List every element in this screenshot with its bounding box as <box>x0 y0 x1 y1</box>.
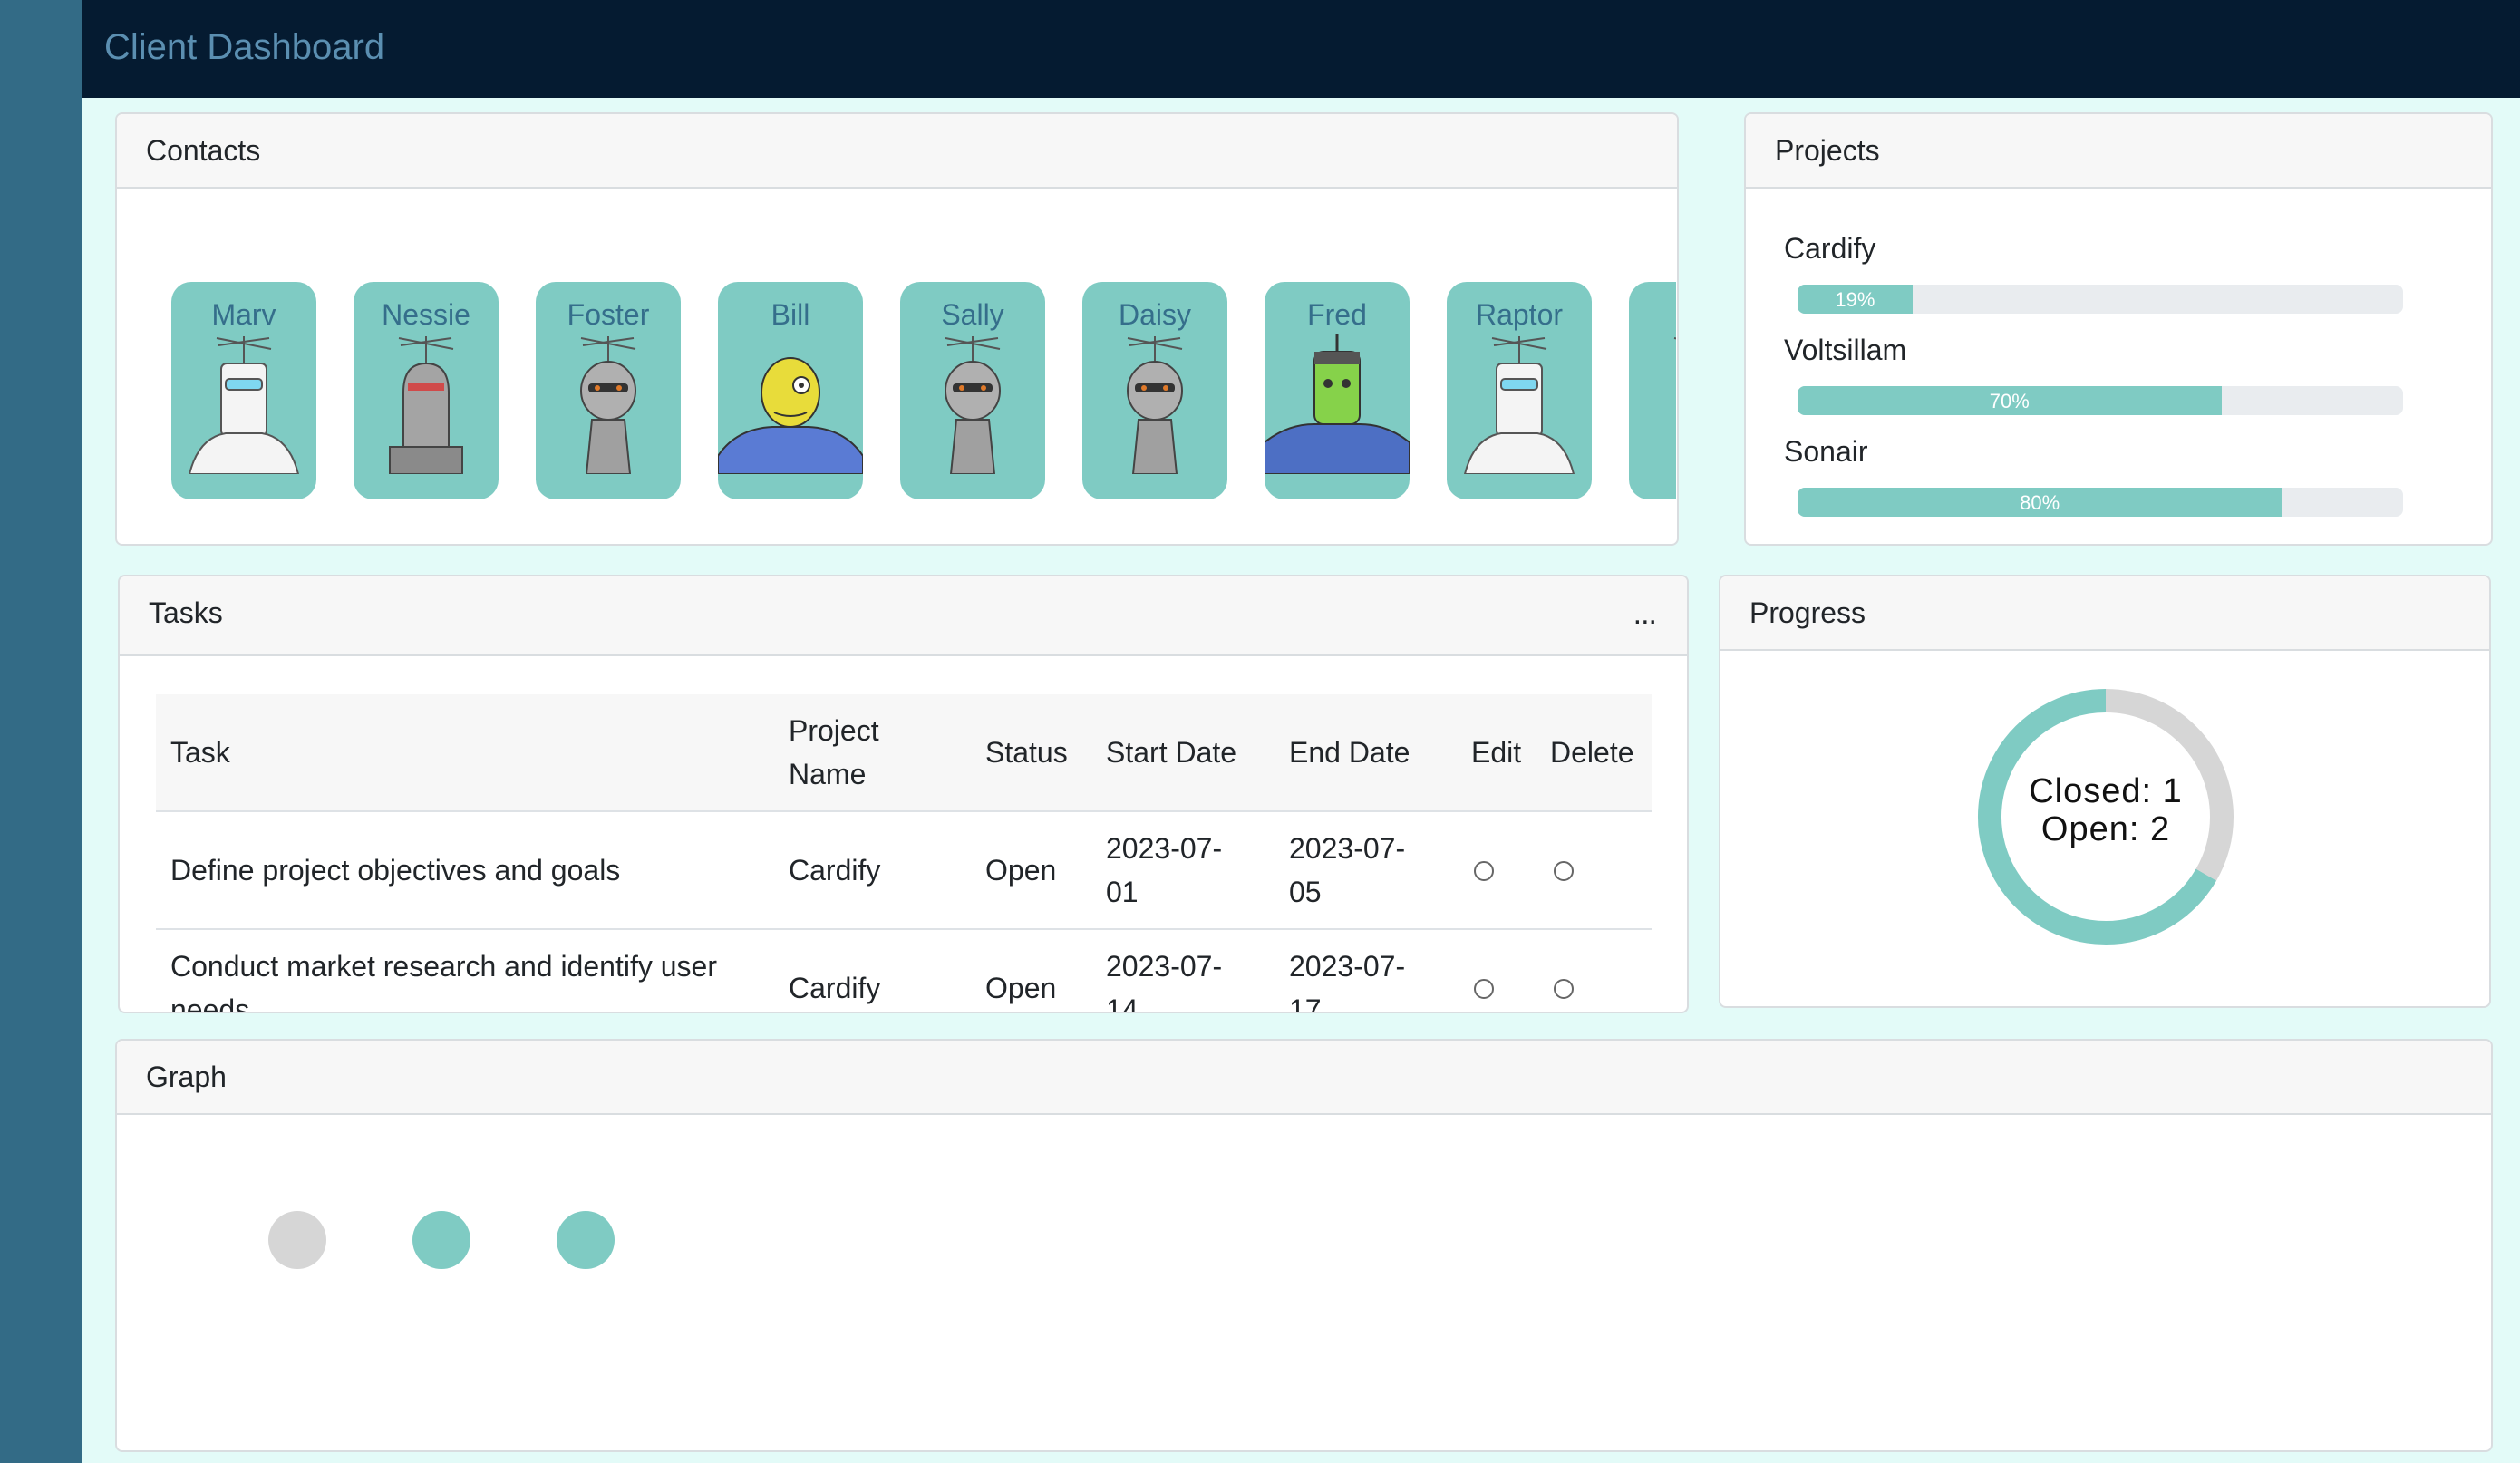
contact-name: Marv <box>211 298 276 331</box>
task-start-date-line1: 2023-07- <box>1106 832 1223 865</box>
white-robot-icon <box>188 336 300 474</box>
task-start-date-line2: 14 <box>1106 993 1139 1012</box>
column-header-end-date: End Date <box>1289 736 1410 769</box>
project-name[interactable]: Cardify <box>1784 232 1875 266</box>
more-options-icon[interactable]: ... <box>1633 596 1657 632</box>
task-project: Cardify <box>789 854 881 887</box>
contact-daisy[interactable]: Daisy <box>1082 282 1227 499</box>
delete-radio[interactable] <box>1554 979 1574 999</box>
progress-card-body: Closed: 1 Open: 2 <box>1720 651 2489 1006</box>
table-row: Define project objectives and goals Card… <box>156 812 1652 930</box>
table-header: Task Project Name Status Start Date End … <box>156 694 1652 812</box>
column-header-project-line2: Name <box>789 758 867 790</box>
contact-marv[interactable]: Marv <box>171 282 316 499</box>
contacts-card: Contacts Marv Nessie Foster Bill Sally D… <box>115 112 1679 546</box>
contact-name: Sally <box>941 298 1004 331</box>
projects-card: Projects Cardify 19% Voltsillam 70% Sona… <box>1744 112 2493 546</box>
project-progress-fill: 80% <box>1798 488 2283 517</box>
projects-card-title: Projects <box>1775 134 1880 167</box>
graph-node[interactable] <box>412 1211 470 1269</box>
delete-radio[interactable] <box>1554 861 1574 881</box>
grey-robot-icon <box>389 336 463 474</box>
task-name: Define project objectives and goals <box>170 854 621 887</box>
column-header-status: Status <box>985 736 1068 769</box>
graph-card: Graph <box>115 1039 2493 1452</box>
tasks-card: Tasks ... Task Project Name Status Start… <box>118 575 1689 1013</box>
project-progress-fill: 70% <box>1798 386 2222 415</box>
column-header-delete: Delete <box>1550 736 1634 769</box>
task-status: Open <box>985 854 1057 887</box>
contacts-card-header: Contacts <box>117 114 1677 189</box>
green-robot-icon <box>1265 334 1410 474</box>
graph-canvas[interactable] <box>117 1115 2491 1450</box>
table-row: Conduct market research and identify use… <box>156 930 1652 1012</box>
column-header-edit: Edit <box>1471 736 1522 769</box>
project-progress-fill: 19% <box>1798 285 1913 314</box>
projects-card-header: Projects <box>1746 114 2491 189</box>
contact-name: Fred <box>1307 298 1367 331</box>
edit-radio[interactable] <box>1474 979 1494 999</box>
task-end-date-line2: 05 <box>1289 876 1322 908</box>
open-count-label: Open: 2 <box>2040 810 2171 848</box>
grey-robot-icon <box>580 336 636 474</box>
contact-name: Nessie <box>382 298 470 331</box>
project-name[interactable]: Sonair <box>1784 435 1868 469</box>
contact-sally[interactable]: Sally <box>900 282 1045 499</box>
task-start-date-line1: 2023-07- <box>1106 950 1223 983</box>
white-robot-icon <box>1463 336 1575 474</box>
task-end-date-line2: 17 <box>1289 993 1322 1012</box>
contact-name: Bill <box>771 298 810 331</box>
yellow-alien-icon <box>718 357 863 474</box>
contact-name: Foster <box>567 298 650 331</box>
task-project: Cardify <box>789 972 881 1004</box>
project-progress-bar: 19% <box>1798 285 2403 314</box>
graph-node[interactable] <box>268 1211 326 1269</box>
contact-name: Daisy <box>1118 298 1191 331</box>
task-end-date-line1: 2023-07- <box>1289 832 1406 865</box>
top-navbar: Client Dashboard <box>82 0 2520 98</box>
edit-radio[interactable] <box>1474 861 1494 881</box>
contact-partial[interactable] <box>1629 282 1676 499</box>
contact-foster[interactable]: Foster <box>536 282 681 499</box>
grey-robot-icon <box>945 336 1001 474</box>
progress-donut-chart: Closed: 1 Open: 2 <box>1974 685 2237 948</box>
contact-nessie[interactable]: Nessie <box>354 282 499 499</box>
tasks-card-title: Tasks <box>149 596 223 629</box>
app-title[interactable]: Client Dashboard <box>104 27 384 68</box>
task-name-line2: needs <box>170 993 250 1012</box>
sidebar <box>0 0 82 1463</box>
task-name-line1: Conduct market research and identify use… <box>170 950 717 983</box>
contact-name: Raptor <box>1475 298 1564 331</box>
closed-count-label: Closed: 1 <box>2029 772 2183 810</box>
column-header-project-line1: Project <box>789 714 879 747</box>
task-status: Open <box>985 972 1057 1004</box>
task-start-date-line2: 01 <box>1106 876 1139 908</box>
contact-raptor[interactable]: Raptor <box>1447 282 1592 499</box>
progress-card-title: Progress <box>1749 596 1866 629</box>
column-header-task: Task <box>170 736 230 769</box>
white-robot-icon <box>1673 337 1676 340</box>
project-progress-bar: 80% <box>1798 488 2403 517</box>
graph-card-title: Graph <box>146 1061 227 1093</box>
project-name[interactable]: Voltsillam <box>1784 334 1906 367</box>
contact-fred[interactable]: Fred <box>1265 282 1410 499</box>
tasks-card-header: Tasks ... <box>120 576 1687 656</box>
grey-robot-icon <box>1127 336 1183 474</box>
project-progress-bar: 70% <box>1798 386 2403 415</box>
progress-card-header: Progress <box>1720 576 2489 651</box>
graph-node[interactable] <box>557 1211 615 1269</box>
column-header-start-date: Start Date <box>1106 736 1237 769</box>
graph-card-header: Graph <box>117 1041 2491 1115</box>
tasks-table-container[interactable]: Task Project Name Status Start Date End … <box>120 656 1687 1012</box>
contacts-list[interactable]: Marv Nessie Foster Bill Sally Daisy Fred… <box>171 282 1676 504</box>
task-end-date-line1: 2023-07- <box>1289 950 1406 983</box>
progress-card: Progress Closed: 1 Open: 2 <box>1719 575 2491 1008</box>
contact-bill[interactable]: Bill <box>718 282 863 499</box>
contacts-card-title: Contacts <box>146 134 261 167</box>
